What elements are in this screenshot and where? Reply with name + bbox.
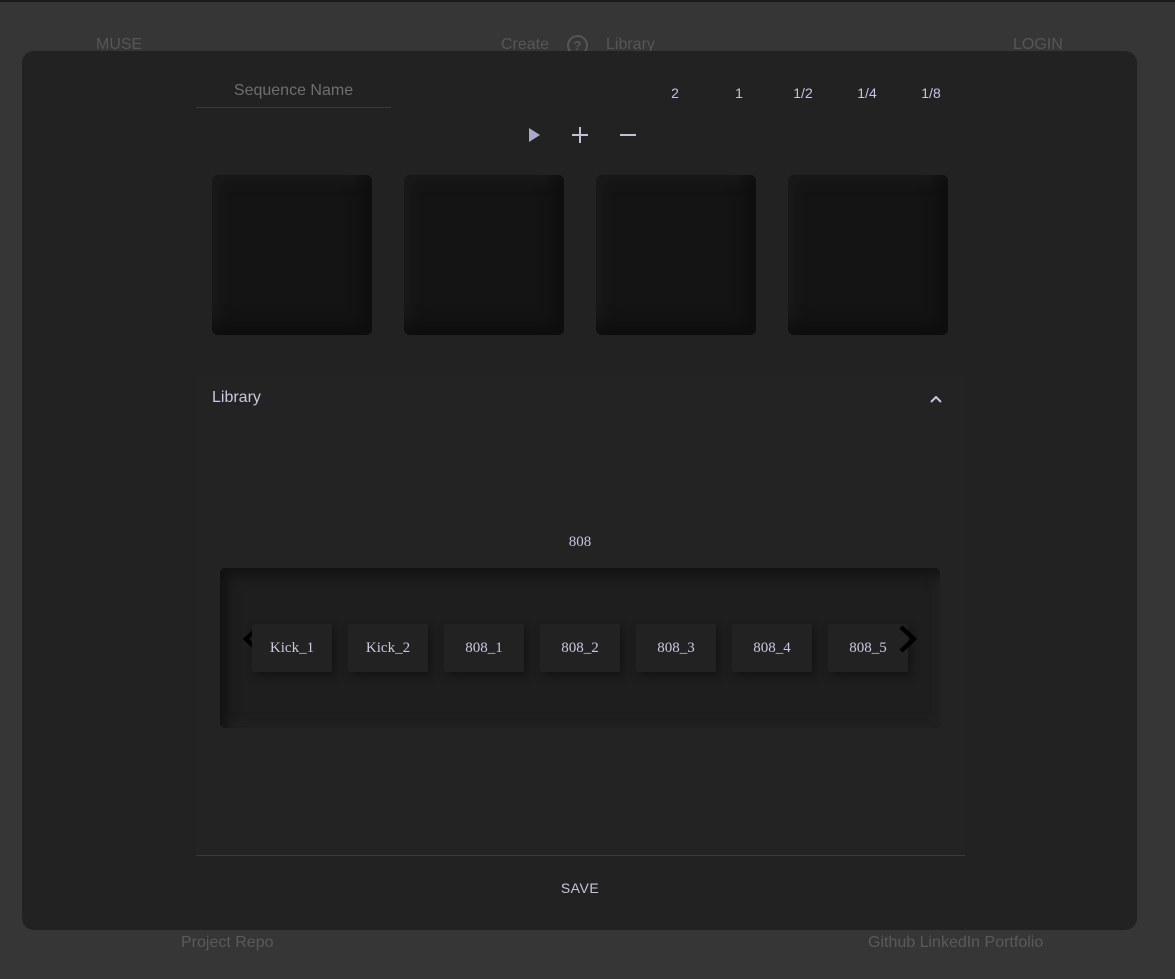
rate-option-2[interactable]: 2: [655, 85, 695, 101]
chevron-up-icon[interactable]: [928, 393, 944, 405]
sequence-pad-1[interactable]: [212, 175, 372, 335]
library-title[interactable]: Library: [212, 389, 261, 407]
rate-option-half[interactable]: 1/2: [783, 85, 823, 101]
chevron-right-icon[interactable]: [896, 624, 920, 656]
sample-808-1[interactable]: 808_1: [444, 624, 524, 672]
save-button[interactable]: SAVE: [540, 880, 620, 896]
sequence-name-input[interactable]: Sequence Name: [196, 78, 391, 108]
sequence-pad-3[interactable]: [596, 175, 756, 335]
rate-option-1[interactable]: 1: [719, 85, 759, 101]
play-icon: [528, 128, 540, 142]
sample-808-2[interactable]: 808_2: [540, 624, 620, 672]
play-button[interactable]: [521, 122, 547, 148]
sample-808-4[interactable]: 808_4: [732, 624, 812, 672]
footer-links[interactable]: Github LinkedIn Portfolio: [868, 934, 1043, 952]
plus-icon-vertical: [579, 127, 581, 143]
rate-option-quarter[interactable]: 1/4: [847, 85, 887, 101]
footer-project-repo[interactable]: Project Repo: [181, 934, 274, 952]
sample-kick-1[interactable]: Kick_1: [252, 624, 332, 672]
top-border: [0, 0, 1175, 2]
sequence-pad-2[interactable]: [404, 175, 564, 335]
sequence-pad-4[interactable]: [788, 175, 948, 335]
minus-icon: [620, 134, 636, 136]
add-step-button[interactable]: [567, 122, 593, 148]
category-label: 808: [568, 534, 592, 550]
sample-808-3[interactable]: 808_3: [636, 624, 716, 672]
rate-option-eighth[interactable]: 1/8: [911, 85, 951, 101]
sample-kick-2[interactable]: Kick_2: [348, 624, 428, 672]
remove-step-button[interactable]: [615, 122, 641, 148]
